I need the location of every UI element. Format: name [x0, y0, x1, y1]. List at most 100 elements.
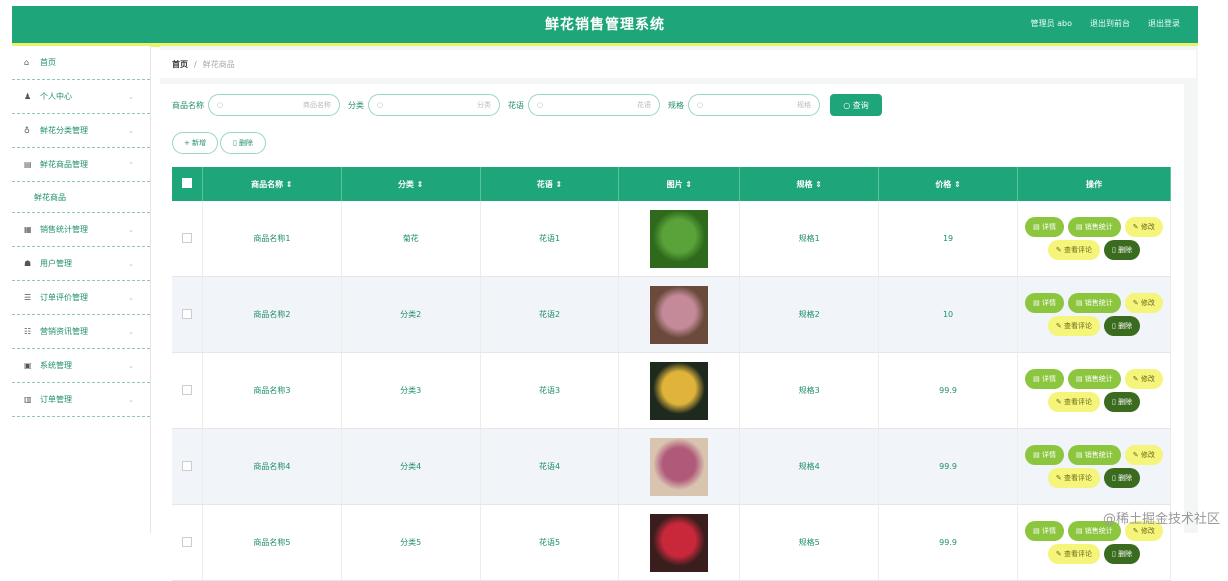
- row-checkbox[interactable]: [181, 308, 192, 319]
- table-row: 商品名称4 分类4 花语4 规格4 99.9 ▤ 详情 ▤ 销售统计 ✎ 修改 ✎ 查看评论 ▯ …: [172, 428, 1171, 505]
- table-row: 商品名称1 菊花 花语1 规格1 19 ▤ 详情 ▤ 销售统计 ✎ 修改 ✎ 查看评论 ▯ 删除: [172, 201, 1171, 277]
- edit-button[interactable]: ✎ 修改: [1124, 217, 1163, 237]
- column-header-actions: 操作: [1017, 167, 1171, 201]
- search-input-language[interactable]: ○ 花语: [528, 94, 660, 116]
- delete-button[interactable]: ▯ 删除: [1104, 316, 1141, 336]
- detail-button[interactable]: ▤ 详情: [1025, 293, 1064, 313]
- detail-button[interactable]: ▤ 详情: [1025, 445, 1064, 465]
- search-label: 分类: [348, 100, 364, 110]
- row-checkbox[interactable]: [181, 536, 192, 547]
- search-input-category[interactable]: ○ 分类: [368, 94, 500, 116]
- edit-button[interactable]: ✎ 修改: [1124, 445, 1163, 465]
- delete-button[interactable]: ▯ 删除: [1104, 468, 1141, 488]
- breadcrumb-current: 鲜花商品: [202, 59, 235, 69]
- delete-button[interactable]: ▯ 删除: [1104, 544, 1141, 564]
- product-image[interactable]: [650, 285, 709, 344]
- table-body: 商品名称1 菊花 花语1 规格1 19 ▤ 详情 ▤ 销售统计 ✎ 修改 ✎ 查看评论 ▯ 删除商…: [172, 201, 1171, 581]
- sidebar-item-flower-product[interactable]: ▤ 鲜花商品管理 ⌃: [12, 148, 150, 182]
- sales-stats-button[interactable]: ▤ 销售统计: [1067, 217, 1121, 237]
- column-header-spec[interactable]: 规格 ⇕: [739, 167, 880, 201]
- product-table: 商品名称 ⇕ 分类 ⇕ 花语 ⇕ 图片 ⇕ 规格 ⇕ 价格 ⇕ 操作 商品名称1…: [172, 167, 1171, 581]
- batch-delete-button[interactable]: ▯ 删除: [220, 132, 266, 154]
- row-select-cell[interactable]: [172, 201, 203, 277]
- row-select-cell[interactable]: [172, 352, 203, 429]
- cell-image: [618, 504, 741, 581]
- sales-stats-button[interactable]: ▤ 销售统计: [1067, 445, 1121, 465]
- column-header-price[interactable]: 价格 ⇕: [878, 167, 1018, 201]
- search-input-name[interactable]: ○ 商品名称: [208, 94, 340, 116]
- logout-link[interactable]: 退出登录: [1148, 18, 1180, 29]
- search-group-language: 花语 ○ 花语: [508, 94, 660, 116]
- product-image[interactable]: [650, 361, 709, 420]
- sidebar-item-flower-category[interactable]: ♁ 鲜花分类管理 ⌄: [12, 114, 150, 148]
- cell-language: 花语2: [480, 276, 620, 353]
- sidebar-item-order-reviews[interactable]: ☰ 订单评价管理 ⌄: [12, 281, 150, 315]
- search-group-name: 商品名称 ○ 商品名称: [172, 94, 340, 116]
- exit-to-frontend-link[interactable]: 退出到前台: [1090, 18, 1130, 29]
- chevron-down-icon: ⌄: [128, 327, 134, 336]
- query-button[interactable]: ○ 查询: [830, 94, 882, 116]
- cell-price: 19: [878, 201, 1018, 277]
- row-checkbox[interactable]: [181, 232, 192, 243]
- delete-button[interactable]: ▯ 删除: [1104, 392, 1141, 412]
- sidebar-item-home[interactable]: ⌂ 首页: [12, 46, 150, 80]
- column-header-category[interactable]: 分类 ⇕: [341, 167, 481, 201]
- cell-category: 菊花: [341, 201, 481, 277]
- search-group-category: 分类 ○ 分类: [348, 94, 500, 116]
- chart-icon: ▦: [24, 225, 32, 234]
- sidebar-item-sales-stats[interactable]: ▦ 销售统计管理 ⌄: [12, 213, 150, 247]
- cell-image: [618, 352, 741, 429]
- row-select-cell[interactable]: [172, 428, 203, 505]
- sidebar-subitem-flower-product[interactable]: 鲜花商品: [12, 182, 150, 213]
- delete-button[interactable]: ▯ 删除: [1104, 240, 1141, 260]
- select-all-cell[interactable]: [172, 167, 203, 201]
- search-icon: ○: [377, 101, 384, 109]
- view-reviews-button[interactable]: ✎ 查看评论: [1047, 240, 1100, 260]
- cell-image: [618, 276, 741, 353]
- admin-user-label: 管理员 abo: [1030, 19, 1072, 28]
- chevron-up-icon: ⌃: [128, 160, 134, 169]
- sidebar-item-profile[interactable]: ♟ 个人中心 ⌄: [12, 80, 150, 114]
- edit-button[interactable]: ✎ 修改: [1124, 369, 1163, 389]
- column-header-language[interactable]: 花语 ⇕: [480, 167, 620, 201]
- view-reviews-button[interactable]: ✎ 查看评论: [1047, 316, 1100, 336]
- chevron-down-icon: ⌄: [128, 361, 134, 370]
- detail-button[interactable]: ▤ 详情: [1025, 369, 1064, 389]
- sales-stats-button[interactable]: ▤ 销售统计: [1067, 369, 1121, 389]
- news-icon: ☷: [24, 327, 32, 336]
- product-image[interactable]: [650, 209, 709, 268]
- search-input-spec[interactable]: ○ 规格: [688, 94, 820, 116]
- product-image[interactable]: [650, 437, 709, 496]
- column-header-name[interactable]: 商品名称 ⇕: [202, 167, 342, 201]
- sales-stats-button[interactable]: ▤ 销售统计: [1067, 293, 1121, 313]
- cell-language: 花语3: [480, 352, 620, 429]
- breadcrumb: 首页 / 鲜花商品: [160, 50, 1196, 78]
- breadcrumb-home[interactable]: 首页: [172, 59, 188, 70]
- cell-spec: 规格1: [739, 201, 880, 277]
- product-image[interactable]: [650, 513, 709, 572]
- row-checkbox[interactable]: [181, 460, 192, 471]
- view-reviews-button[interactable]: ✎ 查看评论: [1047, 392, 1100, 412]
- sidebar-item-orders[interactable]: ▥ 订单管理 ⌄: [12, 383, 150, 417]
- cell-spec: 规格2: [739, 276, 880, 353]
- sidebar-item-marketing-news[interactable]: ☷ 营销资讯管理 ⌄: [12, 315, 150, 349]
- detail-button[interactable]: ▤ 详情: [1025, 521, 1064, 541]
- row-select-cell[interactable]: [172, 504, 203, 581]
- row-checkbox[interactable]: [181, 384, 192, 395]
- chevron-down-icon: ⌄: [128, 126, 134, 135]
- view-reviews-button[interactable]: ✎ 查看评论: [1047, 468, 1100, 488]
- column-header-image[interactable]: 图片 ⇕: [618, 167, 741, 201]
- app-title: 鲜花销售管理系统: [545, 17, 665, 33]
- view-reviews-button[interactable]: ✎ 查看评论: [1047, 544, 1100, 564]
- detail-button[interactable]: ▤ 详情: [1025, 217, 1064, 237]
- add-button[interactable]: + 新增: [172, 132, 218, 154]
- edit-button[interactable]: ✎ 修改: [1124, 293, 1163, 313]
- chevron-down-icon: ⌄: [128, 259, 134, 268]
- sidebar-item-users[interactable]: ☗ 用户管理 ⌄: [12, 247, 150, 281]
- header-links: 管理员 abo 退出到前台 退出登录: [1031, 18, 1180, 29]
- sidebar-item-system[interactable]: ▣ 系统管理 ⌄: [12, 349, 150, 383]
- gear-icon: ▣: [24, 361, 32, 370]
- row-select-cell[interactable]: [172, 276, 203, 353]
- select-all-checkbox[interactable]: [181, 178, 192, 188]
- box-icon: ▤: [24, 160, 32, 169]
